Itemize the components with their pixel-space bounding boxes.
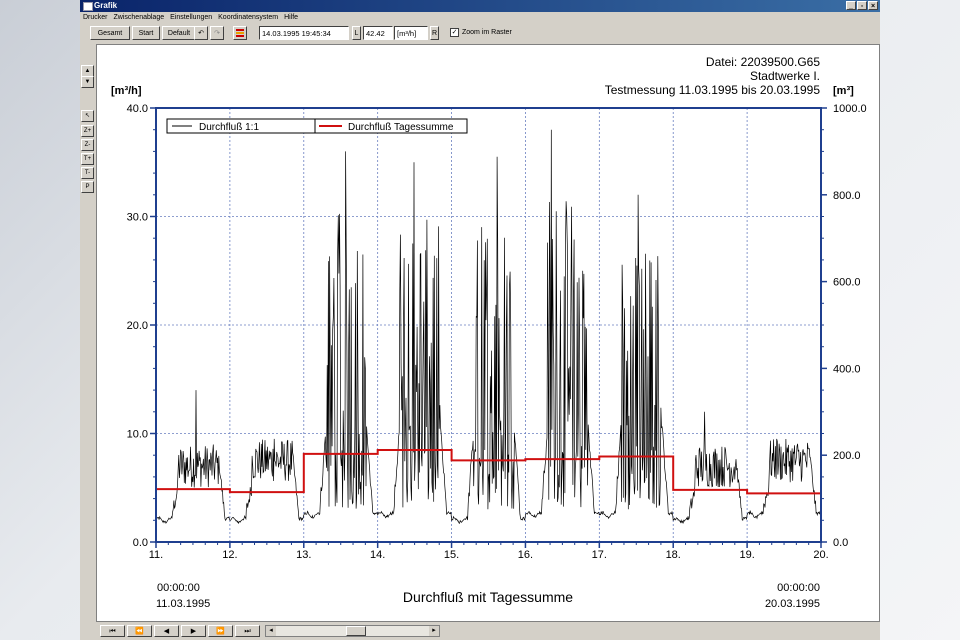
print-button[interactable]: P bbox=[81, 181, 94, 193]
start-button[interactable]: Start bbox=[132, 26, 160, 40]
legend-flow-label: Durchfluß 1:1 bbox=[199, 122, 259, 133]
fast-back-icon[interactable]: ⏪ bbox=[127, 625, 152, 637]
chart-canvas[interactable]: Datei: 22039500.G65 Stadtwerke I. Testme… bbox=[96, 44, 880, 622]
zoom-in-t-button[interactable]: T+ bbox=[81, 153, 94, 165]
menu-koordinatensystem[interactable]: Koordinatensystem bbox=[218, 12, 278, 24]
y-right-tick-label: 400.0 bbox=[833, 363, 861, 375]
x-tick-label: 15. bbox=[444, 549, 459, 561]
x-end-date: 20.03.1995 bbox=[765, 598, 820, 610]
y-left-tick-label: 20.0 bbox=[127, 320, 148, 332]
menu-zwischenablage[interactable]: Zwischenablage bbox=[114, 12, 165, 24]
close-button[interactable]: × bbox=[868, 1, 878, 10]
flow-series bbox=[155, 129, 821, 525]
scroll-right-icon[interactable]: ▸ bbox=[429, 626, 439, 636]
y-right-tick-label: 1000.0 bbox=[833, 103, 867, 115]
title-bar: Grafik _ ▫ × bbox=[80, 0, 880, 12]
y-right-tick-label: 600.0 bbox=[833, 277, 861, 289]
chart-title: Durchfluß mit Tagessumme bbox=[403, 589, 573, 605]
maximize-button[interactable]: ▫ bbox=[857, 1, 867, 10]
first-page-icon[interactable]: ⏮ bbox=[100, 625, 125, 637]
zoom-out-y-button[interactable]: Z- bbox=[81, 139, 94, 151]
x-tick-label: 16. bbox=[518, 549, 533, 561]
x-tick-label: 19. bbox=[739, 549, 754, 561]
x-tick-label: 17. bbox=[592, 549, 607, 561]
x-tick-label: 18. bbox=[666, 549, 681, 561]
legend: Durchfluß 1:1 Durchfluß Tagessumme bbox=[166, 118, 468, 134]
datetime-field[interactable]: 14.03.1995 19:45:34 bbox=[259, 26, 349, 40]
unit-field[interactable]: [m³/h] bbox=[394, 26, 428, 40]
undo-icon[interactable]: ↶ bbox=[194, 26, 208, 40]
flow-chart: Datei: 22039500.G65 Stadtwerke I. Testme… bbox=[111, 55, 867, 610]
value-field[interactable]: 42.42 bbox=[363, 26, 393, 40]
scroll-thumb[interactable] bbox=[346, 626, 366, 636]
scroll-down-button[interactable]: ▼ bbox=[81, 76, 94, 88]
scroll-left-icon[interactable]: ◂ bbox=[266, 626, 276, 636]
y-right-tick-label: 200.0 bbox=[833, 450, 861, 462]
redo-icon[interactable]: ↷ bbox=[210, 26, 224, 40]
y-left-tick-label: 10.0 bbox=[127, 429, 148, 441]
minimize-button[interactable]: _ bbox=[846, 1, 856, 10]
company-label: Stadtwerke I. bbox=[750, 69, 820, 83]
y-left-label: [m³/h] bbox=[111, 85, 142, 97]
forward-icon[interactable]: ▶ bbox=[181, 625, 206, 637]
menu-drucker[interactable]: Drucker bbox=[83, 12, 108, 24]
file-label: Datei: 22039500.G65 bbox=[706, 55, 820, 69]
l-button[interactable]: L bbox=[352, 26, 361, 40]
default-button[interactable]: Default bbox=[162, 26, 196, 40]
color-bars-icon[interactable] bbox=[233, 26, 247, 40]
y-left-tick-label: 40.0 bbox=[127, 103, 148, 115]
app-icon bbox=[83, 2, 93, 11]
x-start-date: 11.03.1995 bbox=[156, 598, 210, 610]
x-tick-label: 12. bbox=[222, 549, 237, 561]
sidebar: ▲ ▼ ↖ Z+ Z- T+ T- P bbox=[80, 60, 96, 630]
zoom-out-t-button[interactable]: T- bbox=[81, 167, 94, 179]
x-end-time: 00:00:00 bbox=[777, 582, 820, 594]
y-left-tick-label: 30.0 bbox=[127, 212, 148, 224]
y-right-tick-label: 800.0 bbox=[833, 190, 861, 202]
cursor-icon[interactable]: ↖ bbox=[81, 110, 94, 122]
zoom-label: Zoom im Raster bbox=[462, 29, 512, 36]
x-start-time: 00:00:00 bbox=[157, 582, 200, 594]
back-icon[interactable]: ◀ bbox=[154, 625, 179, 637]
zoom-in-y-button[interactable]: Z+ bbox=[81, 125, 94, 137]
x-tick-label: 11. bbox=[149, 549, 163, 561]
menu-einstellungen[interactable]: Einstellungen bbox=[170, 12, 212, 24]
r-button[interactable]: R bbox=[430, 26, 439, 40]
x-tick-label: 13. bbox=[296, 549, 311, 561]
navigation-bar: ⏮ ⏪ ◀ ▶ ⏩ ⏭ ◂ ▸ bbox=[80, 622, 880, 640]
window-title: Grafik bbox=[94, 1, 118, 10]
y-right-tick-label: 0.0 bbox=[833, 537, 848, 549]
fast-forward-icon[interactable]: ⏩ bbox=[208, 625, 233, 637]
menu-bar: Drucker Zwischenablage Einstellungen Koo… bbox=[80, 12, 880, 24]
gesamt-button[interactable]: Gesamt bbox=[90, 26, 130, 40]
y-right-label: [m³] bbox=[833, 85, 854, 97]
horizontal-scrollbar[interactable]: ◂ ▸ bbox=[265, 625, 440, 637]
zoom-checkbox[interactable]: ✓ bbox=[450, 28, 459, 37]
last-page-icon[interactable]: ⏭ bbox=[235, 625, 260, 637]
flow-line bbox=[155, 129, 821, 525]
x-tick-label: 20. bbox=[813, 549, 828, 561]
menu-hilfe[interactable]: Hilfe bbox=[284, 12, 298, 24]
toolbar: Gesamt Start Default ↶ ↷ 14.03.1995 19:4… bbox=[80, 25, 880, 42]
y-left-tick-label: 0.0 bbox=[133, 537, 148, 549]
app-window: Grafik _ ▫ × Drucker Zwischenablage Eins… bbox=[80, 0, 880, 640]
x-tick-label: 14. bbox=[370, 549, 385, 561]
legend-daily-label: Durchfluß Tagessumme bbox=[348, 122, 454, 133]
period-label: Testmessung 11.03.1995 bis 20.03.1995 bbox=[605, 83, 821, 97]
